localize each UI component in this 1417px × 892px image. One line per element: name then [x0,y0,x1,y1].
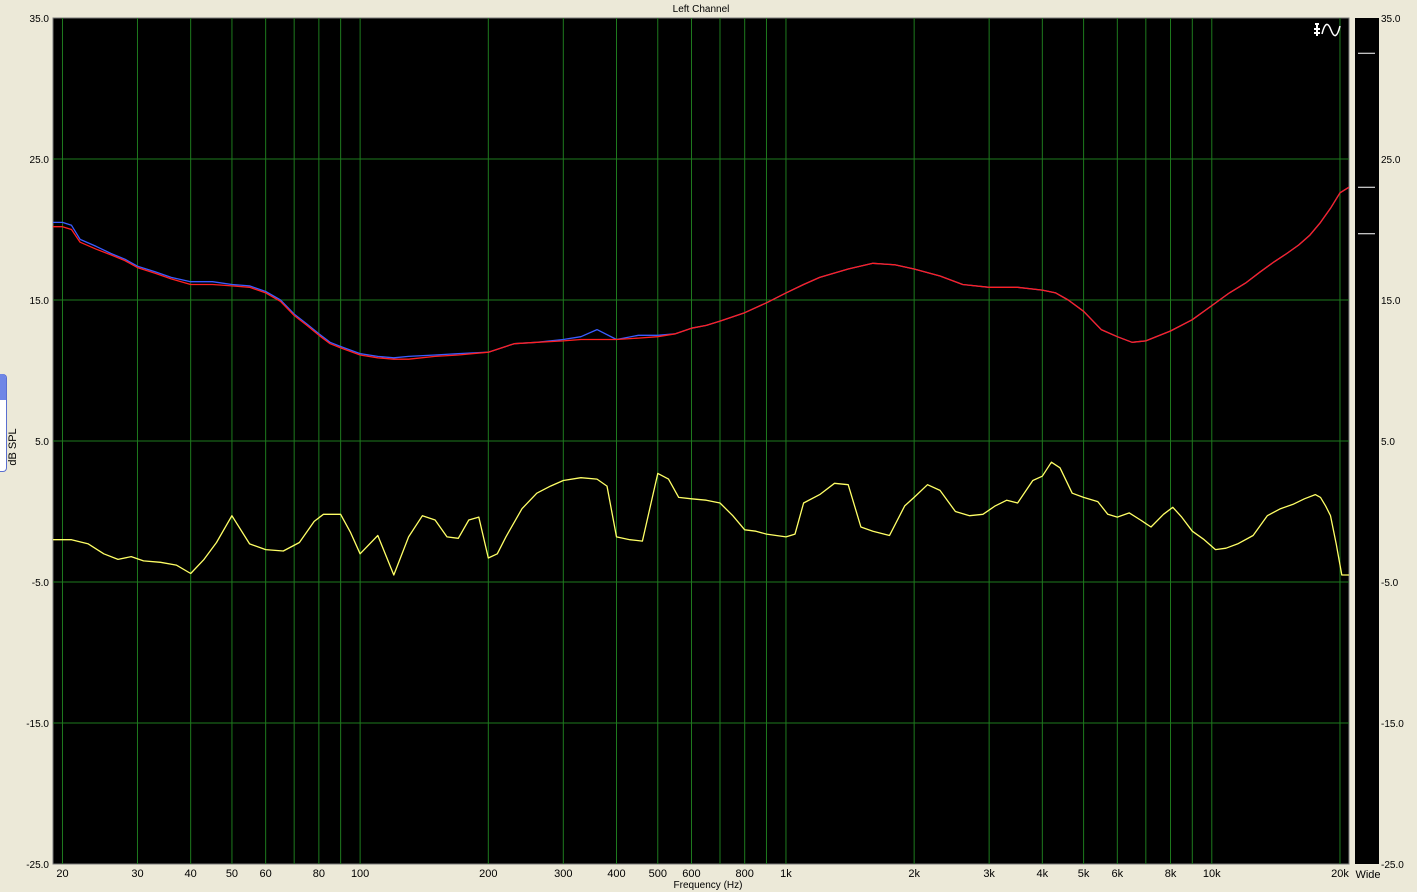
y-tick-label-right: 15.0 [1381,296,1401,307]
y-axis-right-ticks: 35.0 25.0 15.0 5.0 -5.0 -15.0 -25.0 [1381,14,1404,871]
x-axis-title: Frequency (Hz) [674,880,743,891]
frequency-response-chart: 35.0 25.0 15.0 5.0 -5.0 -15.0 -25.0 35.0 25.0 15… [7,4,1404,891]
y-tick-label-right: -5.0 [1381,578,1399,589]
x-tick-label: 800 [736,868,754,880]
side-panel-tab-handle[interactable] [0,374,6,400]
right-level-panel[interactable] [1355,18,1379,864]
x-tick-label: 400 [607,868,625,880]
x-tick-label: 8k [1165,868,1177,880]
y-tick-label-right: 25.0 [1381,155,1401,166]
x-tick-label: 200 [479,868,497,880]
y-tick-label: -25.0 [26,860,49,871]
x-tick-label: 30 [131,868,143,880]
x-tick-label: 40 [185,868,197,880]
y-tick-label-right: 35.0 [1381,14,1401,25]
y-tick-label-right: -25.0 [1381,860,1404,871]
x-tick-label: 600 [682,868,700,880]
x-tick-label: 10k [1203,868,1221,880]
y-tick-label: 35.0 [30,14,50,25]
y-axis-left-ticks: 35.0 25.0 15.0 5.0 -5.0 -15.0 -25.0 [26,14,49,871]
y-tick-label: 5.0 [35,437,49,448]
x-tick-label: 6k [1112,868,1124,880]
x-tick-label: 50 [226,868,238,880]
x-axis-ticks: 20 30 40 50 60 80 100 200 300 400 500 600 800 1k 2k 3k 4… [56,868,1349,880]
y-tick-label-right: -15.0 [1381,719,1404,730]
x-tick-label: 300 [554,868,572,880]
x-tick-label: 100 [351,868,369,880]
chart-title: Left Channel [673,4,730,15]
y-tick-label-right: 5.0 [1381,437,1395,448]
x-tick-label: 4k [1037,868,1049,880]
x-tick-label: 20k [1331,868,1349,880]
x-tick-label: 500 [649,868,667,880]
x-tick-label: 1k [780,868,792,880]
wide-mode-label[interactable]: Wide [1355,869,1380,881]
x-tick-label: 2k [908,868,920,880]
y-tick-label: 15.0 [30,296,50,307]
y-tick-label: 25.0 [30,155,50,166]
y-axis-title: dB SPL [7,428,19,465]
x-tick-label: 60 [260,868,272,880]
x-tick-label: 3k [983,868,995,880]
y-tick-label: -5.0 [32,578,50,589]
x-tick-label: 80 [313,868,325,880]
x-tick-label: 20 [56,868,68,880]
y-tick-label: -15.0 [26,719,49,730]
x-tick-label: 5k [1078,868,1090,880]
